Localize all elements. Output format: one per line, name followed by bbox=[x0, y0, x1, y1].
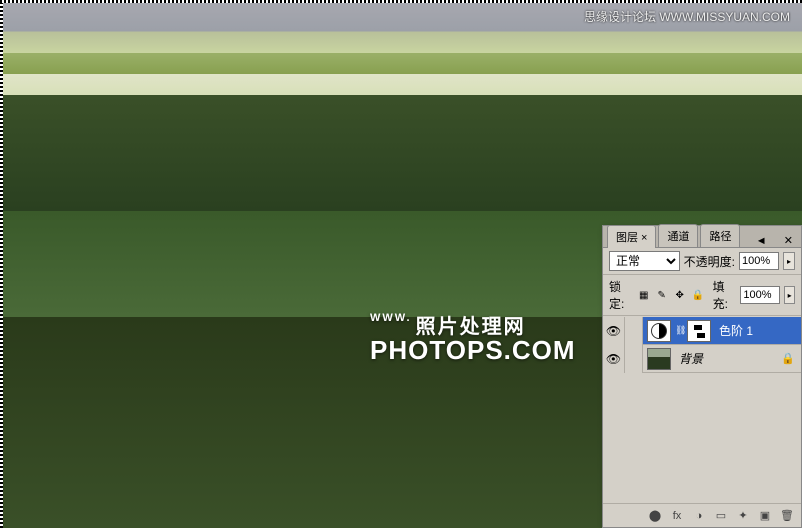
fill-dropdown-icon[interactable]: ▸ bbox=[784, 286, 795, 304]
layer-name[interactable]: 色阶 1 bbox=[715, 322, 801, 339]
panel-menu-icon[interactable]: ◄ bbox=[752, 235, 771, 247]
watermark-www: WWW. bbox=[370, 312, 412, 324]
opacity-input[interactable] bbox=[739, 252, 779, 270]
layers-list: 👁 ⛓ 色阶 1 👁 背景 🔒 bbox=[603, 316, 801, 503]
layer-name[interactable]: 背景 bbox=[675, 350, 781, 367]
mask-thumb-icon[interactable] bbox=[687, 320, 711, 342]
watermark-en: PHOTOPS.COM bbox=[370, 335, 576, 366]
mask-new-icon[interactable]: ◑ bbox=[689, 507, 709, 525]
layer-row-levels[interactable]: 👁 ⛓ 色阶 1 bbox=[603, 317, 801, 345]
visibility-icon[interactable]: 👁 bbox=[603, 345, 625, 373]
panel-close-icon[interactable]: ✕ bbox=[780, 234, 797, 247]
adjustment-thumb-icon[interactable] bbox=[647, 320, 671, 342]
lock-icons-group: ▦ ✎ ✥ 🔒 bbox=[637, 288, 705, 302]
layer-new-icon[interactable]: ▣ bbox=[755, 507, 775, 525]
watermark-top: 思缘设计论坛 WWW.MISSYUAN.COM bbox=[584, 8, 790, 25]
panel-footer: ⬤ fx ◑ ▭ ✦ ▣ 🗑 bbox=[603, 503, 801, 527]
tab-channels[interactable]: 通道 bbox=[658, 224, 698, 247]
fill-input[interactable] bbox=[740, 286, 780, 304]
lock-label: 锁定: bbox=[609, 278, 633, 312]
lock-position-icon[interactable]: ✥ bbox=[673, 288, 687, 302]
chain-icon: ⛓ bbox=[675, 325, 683, 336]
opacity-label: 不透明度: bbox=[684, 253, 735, 270]
opacity-dropdown-icon[interactable]: ▸ bbox=[783, 252, 795, 270]
tab-layers[interactable]: 图层 × bbox=[607, 225, 656, 248]
layer-row-background[interactable]: 👁 背景 🔒 bbox=[603, 345, 801, 373]
link-column[interactable] bbox=[625, 317, 643, 345]
lock-row: 锁定: ▦ ✎ ✥ 🔒 填充: ▸ bbox=[603, 275, 801, 316]
lock-pixels-icon[interactable]: ✎ bbox=[655, 288, 669, 302]
fx-icon[interactable]: fx bbox=[667, 507, 687, 525]
fill-label: 填充: bbox=[713, 278, 737, 312]
layers-panel: 图层 × 通道 路径 ◄ ✕ 正常 不透明度: ▸ 锁定: ▦ ✎ ✥ 🔒 填充… bbox=[602, 225, 802, 528]
lock-transparency-icon[interactable]: ▦ bbox=[637, 288, 651, 302]
lock-all-icon[interactable]: 🔒 bbox=[691, 288, 705, 302]
visibility-icon[interactable]: 👁 bbox=[603, 317, 625, 345]
lock-badge-icon: 🔒 bbox=[781, 352, 795, 365]
link-layers-icon[interactable]: ⬤ bbox=[645, 507, 665, 525]
group-new-icon[interactable]: ✦ bbox=[733, 507, 753, 525]
tab-paths[interactable]: 路径 bbox=[700, 224, 740, 247]
blend-mode-select[interactable]: 正常 bbox=[609, 251, 680, 271]
adjustment-new-icon[interactable]: ▭ bbox=[711, 507, 731, 525]
watermark-center: WWW.照片处理网 PHOTOPS.COM bbox=[370, 310, 576, 366]
blend-row: 正常 不透明度: ▸ bbox=[603, 248, 801, 275]
link-column[interactable] bbox=[625, 345, 643, 373]
image-thumb-icon[interactable] bbox=[647, 348, 671, 370]
trash-icon[interactable]: 🗑 bbox=[777, 507, 797, 525]
panel-tabbar: 图层 × 通道 路径 ◄ ✕ bbox=[603, 226, 801, 248]
